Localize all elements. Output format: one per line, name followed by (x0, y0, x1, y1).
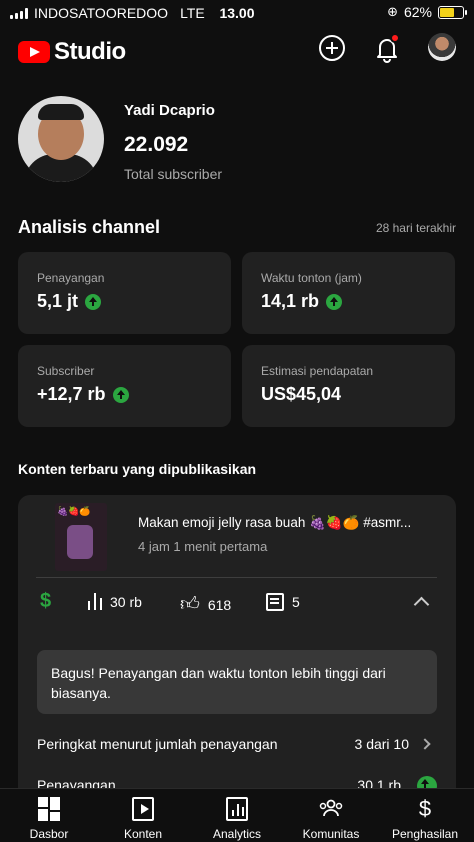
nav-label: Konten (123, 827, 163, 841)
analytics-range: 28 hari terakhir (375, 221, 456, 235)
thumbnail-emojis: 🍇🍓🍊 (57, 506, 91, 516)
metric-card-revenue[interactable]: Estimasi pendapatan US$45,04 (242, 345, 455, 427)
metric-card-views[interactable]: Penayangan 5,1 jt (18, 252, 231, 334)
nav-label: Analytics (212, 827, 262, 841)
metric-label: Waktu tonton (jam) (261, 271, 362, 285)
youtube-studio-logo: Studio (18, 38, 126, 66)
metric-value: 5,1 jt (37, 291, 79, 311)
divider (36, 577, 437, 578)
views-count: 30 rb (110, 593, 142, 610)
app-name: Studio (54, 38, 126, 65)
collapse-chevron-icon[interactable] (413, 596, 430, 613)
nav-analytics[interactable]: Analytics (190, 797, 284, 841)
nav-community[interactable]: Komunitas (284, 797, 378, 841)
trend-up-icon (326, 293, 343, 310)
dashboard-icon (38, 797, 60, 821)
metric-card-watch-time[interactable]: Waktu tonton (jam) 14,1 rb (242, 252, 455, 334)
status-bar: INDOSATOOREDOO LTE 13.00 ⊕ 62% (0, 0, 474, 26)
community-icon (318, 797, 344, 821)
nav-label: Dasbor (29, 827, 69, 841)
insight-message: Bagus! Penayangan dan waktu tonton lebih… (37, 650, 437, 714)
create-icon[interactable] (319, 35, 345, 61)
metric-value: US$45,04 (261, 384, 342, 404)
bottom-navigation: Dasbor Konten Analytics Komunitas $ Peng… (0, 788, 474, 842)
metric-label: Subscriber (37, 364, 95, 378)
metric-label: Estimasi pendapatan (261, 364, 374, 378)
latest-video-card[interactable]: 🍇🍓🍊 Makan emoji jelly rasa buah 🍇🍓🍊 #asm… (18, 495, 456, 805)
video-meta: 4 jam 1 menit pertama (138, 539, 268, 554)
rank-value: 3 dari 10 (354, 736, 409, 752)
subscriber-count: 22.092 (124, 133, 189, 156)
comments-count: 5 (292, 594, 300, 610)
rank-row[interactable]: Peringkat menurut jumlah penayangan 3 da… (37, 736, 437, 752)
content-icon (132, 797, 154, 821)
earnings-icon: $ (418, 796, 432, 821)
metric-label: Penayangan (37, 271, 105, 285)
orientation-lock-icon: ⊕ (387, 4, 398, 19)
video-title[interactable]: Makan emoji jelly rasa buah 🍇🍓🍊 #asmr... (138, 515, 438, 531)
account-avatar[interactable] (428, 33, 456, 61)
views-icon (88, 593, 102, 610)
trend-up-icon (85, 293, 102, 310)
chevron-right-icon (419, 738, 431, 750)
nav-label: Penghasilan (391, 827, 459, 841)
nav-label: Komunitas (302, 827, 360, 841)
app-header: Studio (0, 30, 474, 68)
video-thumbnail[interactable]: 🍇🍓🍊 (55, 503, 107, 571)
nav-dashboard[interactable]: Dasbor (2, 797, 96, 841)
analytics-title: Analisis channel (18, 217, 161, 237)
youtube-logo-icon (18, 41, 50, 63)
channel-avatar (18, 96, 104, 182)
analytics-icon (226, 797, 248, 821)
nav-content[interactable]: Konten (96, 797, 190, 841)
notification-dot (390, 33, 400, 43)
latest-content-title: Konten terbaru yang dipublikasikan (18, 461, 257, 477)
comment-icon (266, 593, 284, 611)
notification-bell-icon[interactable] (374, 33, 400, 63)
thumbs-up-icon: 👍︎ (180, 594, 200, 615)
channel-name: Yadi Dcaprio (124, 102, 215, 119)
metric-value: +12,7 rb (37, 384, 106, 404)
nav-earnings[interactable]: $ Penghasilan (378, 796, 472, 842)
subscriber-label: Total subscriber (124, 166, 223, 182)
battery-icon (438, 5, 467, 19)
monetization-icon: $ (40, 590, 52, 612)
metric-value: 14,1 rb (261, 291, 320, 311)
battery-percent: 62% (403, 4, 432, 20)
metric-card-subscribers[interactable]: Subscriber +12,7 rb (18, 345, 231, 427)
rank-label: Peringkat menurut jumlah penayangan (37, 736, 278, 752)
video-stats-row: $ 30 rb 👍︎ 618 5 (18, 590, 456, 617)
trend-up-icon (112, 386, 129, 403)
likes-count: 618 (207, 596, 232, 613)
